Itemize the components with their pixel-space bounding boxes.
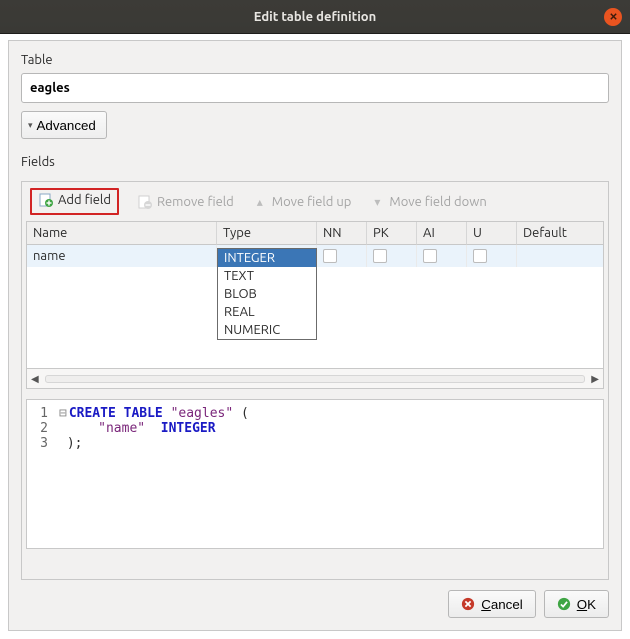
- move-field-down-label: Move field down: [389, 195, 486, 209]
- cell-default[interactable]: [517, 245, 603, 267]
- table-header: Name Type NN PK AI U Default: [27, 222, 603, 245]
- col-type[interactable]: Type: [217, 222, 317, 245]
- pk-checkbox[interactable]: [373, 249, 387, 263]
- cell-u[interactable]: [467, 245, 517, 267]
- type-option-real[interactable]: REAL: [218, 303, 316, 321]
- advanced-toggle[interactable]: Advanced: [21, 111, 107, 139]
- remove-field-icon: [137, 194, 153, 210]
- type-option-numeric[interactable]: NUMERIC: [218, 321, 316, 339]
- remove-field-label: Remove field: [157, 195, 234, 209]
- table-label: Table: [21, 53, 609, 67]
- fields-label: Fields: [21, 155, 609, 169]
- fields-table: Name Type NN PK AI U Default name: [26, 221, 604, 369]
- ok-button[interactable]: OK: [544, 590, 609, 618]
- titlebar: Edit table definition: [0, 0, 630, 34]
- cell-pk[interactable]: [367, 245, 417, 267]
- arrow-up-icon: ▴: [252, 194, 268, 210]
- type-dropdown[interactable]: INTEGER TEXT BLOB REAL NUMERIC: [217, 248, 317, 340]
- col-default[interactable]: Default: [517, 222, 603, 245]
- fields-hscrollbar[interactable]: ◀ ▶: [26, 369, 604, 389]
- add-field-icon: [38, 192, 54, 208]
- add-field-highlight: Add field: [30, 188, 119, 215]
- move-field-up-button[interactable]: ▴ Move field up: [252, 194, 352, 210]
- advanced-label: Advanced: [37, 118, 96, 133]
- ai-checkbox[interactable]: [423, 249, 437, 263]
- col-name[interactable]: Name: [27, 222, 217, 245]
- move-field-down-button[interactable]: ▾ Move field down: [369, 194, 486, 210]
- cancel-icon: [461, 597, 475, 611]
- add-field-button[interactable]: Add field: [38, 192, 111, 208]
- cancel-button[interactable]: Cancel: [448, 590, 536, 618]
- dialog-body: Table Advanced Fields Add field: [0, 34, 630, 639]
- remove-field-button[interactable]: Remove field: [137, 194, 234, 210]
- scroll-left-icon[interactable]: ◀: [31, 373, 39, 385]
- type-option-integer[interactable]: INTEGER: [218, 249, 316, 267]
- fold-icon[interactable]: ⊟: [59, 406, 67, 421]
- sql-code[interactable]: ⊟CREATE TABLE "eagles" ( "name" INTEGER …: [53, 400, 255, 548]
- col-ai[interactable]: AI: [417, 222, 467, 245]
- col-u[interactable]: U: [467, 222, 517, 245]
- type-option-blob[interactable]: BLOB: [218, 285, 316, 303]
- dialog-footer: Cancel OK: [21, 590, 609, 618]
- ok-icon: [557, 597, 571, 611]
- scroll-track[interactable]: [45, 375, 586, 383]
- arrow-down-icon: ▾: [369, 194, 385, 210]
- window-title: Edit table definition: [254, 10, 377, 24]
- cell-name[interactable]: name: [27, 245, 217, 267]
- sql-gutter: 1 2 3: [27, 400, 53, 548]
- u-checkbox[interactable]: [473, 249, 487, 263]
- add-field-label: Add field: [58, 193, 111, 207]
- move-field-up-label: Move field up: [272, 195, 352, 209]
- cell-nn[interactable]: [317, 245, 367, 267]
- type-option-text[interactable]: TEXT: [218, 267, 316, 285]
- ok-label: OK: [577, 597, 596, 612]
- scroll-right-icon[interactable]: ▶: [591, 373, 599, 385]
- cell-ai[interactable]: [417, 245, 467, 267]
- table-name-input[interactable]: [21, 73, 609, 103]
- fields-toolbar: Add field Remove field ▴ Move field up: [26, 186, 604, 219]
- nn-checkbox[interactable]: [323, 249, 337, 263]
- sql-preview: 1 2 3 ⊟CREATE TABLE "eagles" ( "name" IN…: [26, 399, 604, 549]
- window-close-button[interactable]: [604, 8, 622, 26]
- close-icon: [609, 12, 618, 21]
- col-pk[interactable]: PK: [367, 222, 417, 245]
- col-nn[interactable]: NN: [317, 222, 367, 245]
- cancel-label: Cancel: [481, 597, 523, 612]
